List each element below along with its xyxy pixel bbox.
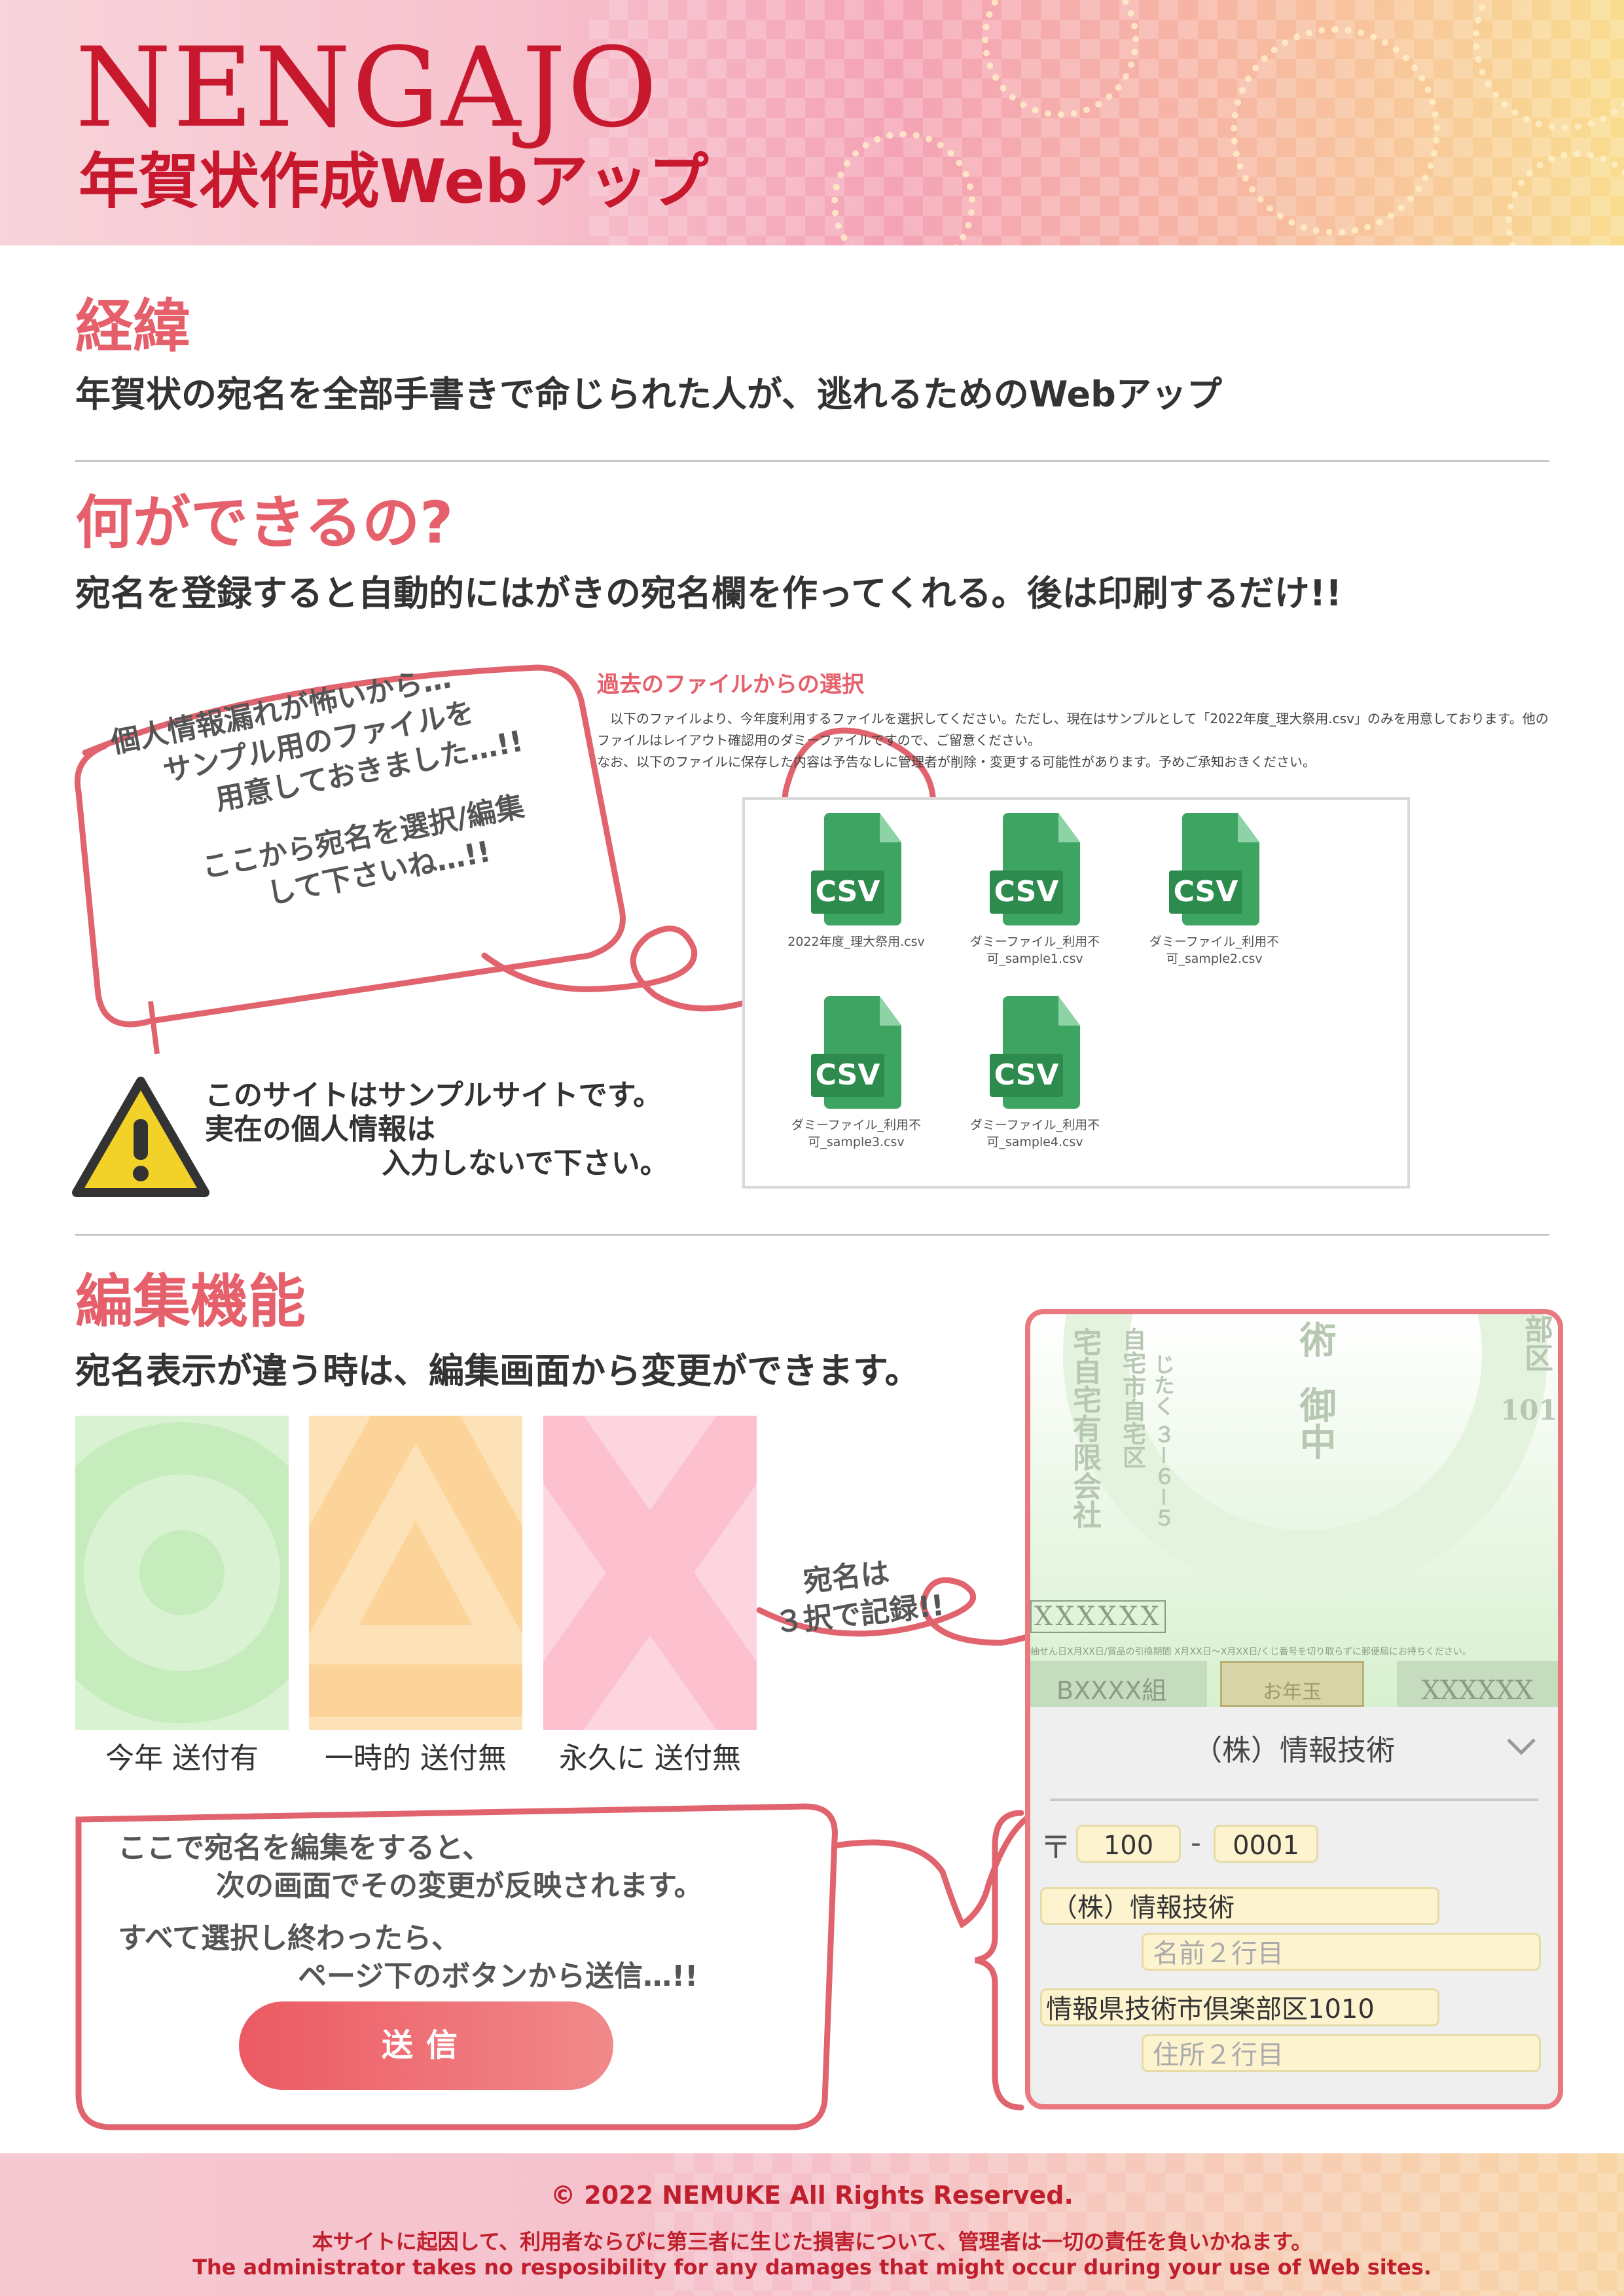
address-line1-field[interactable]: 情報県技術市倶楽部区1010: [1040, 1988, 1439, 2026]
csv-file-icon: CSV: [990, 996, 1080, 1109]
features-text: 宛名を登録すると自動的にはがきの宛名欄を作ってくれる。後は印刷するだけ!!: [75, 573, 1342, 614]
file-name: ダミーファイル_利用不 可_sample4.csv: [969, 1118, 1100, 1149]
file-list: CSV 2022年度_理大祭用.csv CSV ダミーファイル_利用不 可_sam…: [742, 797, 1410, 1189]
name-line1-field[interactable]: （株）情報技術: [1040, 1887, 1439, 1925]
address-line2-field[interactable]: 住所２行目: [1142, 2034, 1541, 2072]
tile-label: 一時的 送付無: [325, 1742, 507, 1775]
file-item[interactable]: CSV ダミーファイル_利用不 可_sample1.csv: [956, 813, 1113, 967]
chevron-down-icon: [1507, 1738, 1536, 1755]
tile-skip-temporary: [309, 1416, 522, 1730]
note-line: 次の画面でその変更が反映されます。: [216, 1869, 703, 1903]
file-name: ダミーファイル_利用不 可_sample2.csv: [1149, 935, 1280, 966]
csv-file-icon: CSV: [811, 996, 901, 1109]
tile-skip-permanent: [543, 1416, 757, 1730]
card-lot-left: BXXXX組: [1030, 1661, 1207, 1707]
edit-screen-mock: 宅自宅有限会社 自宅市自宅区 じたく ３－６－５ 術 御中 部区 101 XXX…: [1025, 1309, 1563, 2109]
file-item[interactable]: CSV 2022年度_理大祭用.csv: [778, 813, 935, 950]
csv-file-icon: CSV: [1169, 813, 1259, 925]
circle-icon: [75, 1422, 289, 1723]
warning-icon: [72, 1077, 209, 1197]
disclaimer-ja: 本サイトに起因して、利用者ならびに第三者に生じた損害について、管理者は一切の責任…: [312, 2229, 1312, 2254]
postal-mark: 〒: [1040, 1829, 1072, 1866]
warning-line: 入力しないで下さい。: [382, 1147, 669, 1180]
divider: [75, 460, 1549, 462]
warning-line: このサイトはサンプルサイトです。: [205, 1079, 662, 1112]
csv-file-icon: CSV: [811, 813, 901, 925]
note-line: すべて選択し終わったら、: [118, 1922, 461, 1955]
flower-decoration: [1231, 26, 1440, 236]
address-select[interactable]: （株）情報技術: [1030, 1707, 1558, 1779]
card-otoshidama: お年玉: [1220, 1661, 1364, 1707]
card-address: じたく ３－６－５: [1151, 1354, 1176, 1529]
send-button[interactable]: 送信: [239, 2001, 613, 2090]
edit-heading: 編集機能: [75, 1268, 306, 1335]
warning-text: このサイトはサンプルサイトです。 実在の個人情報は 入力しないで下さい。: [205, 1079, 669, 1181]
postal-code-first[interactable]: 100: [1076, 1825, 1181, 1863]
file-name: 2022年度_理大祭用.csv: [787, 935, 925, 949]
background-text: 年賀状の宛名を全部手書きで命じられた人が、逃れるためのWebアップ: [75, 374, 1222, 415]
description-text: なお、以下のファイルに保存した内容は予告なしに管理者が削除・変更する可能性があり…: [597, 754, 1316, 770]
postcard-preview: 宅自宅有限会社 自宅市自宅区 じたく ３－６－５ 術 御中 部区 101 XXX…: [1030, 1314, 1558, 1707]
disclaimer-en: The administrator takes no resposibility…: [192, 2255, 1432, 2280]
edit-text: 宛名表示が違う時は、編集画面から変更ができます。: [75, 1350, 920, 1391]
name-line2-field[interactable]: 名前２行目: [1142, 1933, 1541, 1971]
page-subtitle: 年賀状作成Webアップ: [79, 147, 709, 217]
file-item[interactable]: CSV ダミーファイル_利用不 可_sample3.csv: [778, 996, 935, 1151]
copyright: © 2022 NEMUKE All Rights Reserved.: [550, 2181, 1074, 2210]
footer: © 2022 NEMUKE All Rights Reserved. 本サイトに…: [0, 2153, 1624, 2296]
bubble-tick: [148, 1001, 160, 1054]
file-name: ダミーファイル_利用不 可_sample3.csv: [791, 1118, 922, 1149]
file-name: ダミーファイル_利用不 可_sample1.csv: [969, 935, 1100, 966]
postal-code-second[interactable]: 0001: [1214, 1825, 1318, 1863]
tile-label: 永久に 送付無: [559, 1742, 741, 1775]
card-lot-right: XXXXXX: [1397, 1661, 1558, 1707]
divider: [1050, 1799, 1538, 1801]
cross-icon: [543, 1416, 757, 1730]
postal-separator: -: [1191, 1826, 1201, 1859]
select-value: （株）情報技術: [1193, 1734, 1395, 1767]
divider: [75, 1234, 1549, 1236]
warning-line: 実在の個人情報は: [205, 1113, 435, 1146]
file-panel-title: 過去のファイルからの選択: [597, 672, 864, 698]
file-item[interactable]: CSV ダミーファイル_利用不 可_sample2.csv: [1136, 813, 1293, 967]
card-dept: 部区: [1519, 1314, 1553, 1372]
file-panel-description: 以下のファイルより、今年度利用するファイルを選択してください。ただし、現在はサン…: [597, 708, 1559, 773]
triangle-icon: [309, 1416, 522, 1717]
note-edit-instructions: ここで宛名を編集をすると、 次の画面でその変更が反映されます。 すべて選択し終わ…: [118, 1829, 703, 1996]
card-company: 宅自宅有限会社: [1068, 1327, 1101, 1529]
description-text: 以下のファイルより、今年度利用するファイルを選択してください。ただし、現在はサン…: [597, 711, 1549, 748]
file-item[interactable]: CSV ダミーファイル_利用不 可_sample4.csv: [956, 996, 1113, 1151]
card-honorific: 御中: [1293, 1386, 1337, 1460]
note-line: ここで宛名を編集をすると、: [118, 1831, 492, 1865]
background-heading: 経緯: [75, 293, 191, 360]
tile-send-this-year: [75, 1416, 289, 1730]
features-heading: 何ができるの?: [75, 489, 454, 556]
tile-label: 今年 送付有: [105, 1742, 259, 1775]
card-lottery-note: 抽せん日X月XX日/賞品の引換期間 X月XX日〜X月XX日/くじ番号を切り取らず…: [1030, 1647, 1471, 1657]
brace-icon: [975, 1810, 1024, 2111]
card-address: 自宅市自宅区: [1119, 1327, 1146, 1469]
logo: NENGAJO: [75, 24, 659, 152]
card-number: 101: [1500, 1394, 1558, 1426]
note-line: ページ下のボタンから送信…!!: [298, 1960, 698, 1993]
card-stamp-boxes: XXXXXX: [1030, 1600, 1166, 1633]
csv-file-icon: CSV: [990, 813, 1080, 925]
card-name: 術: [1293, 1321, 1337, 1357]
